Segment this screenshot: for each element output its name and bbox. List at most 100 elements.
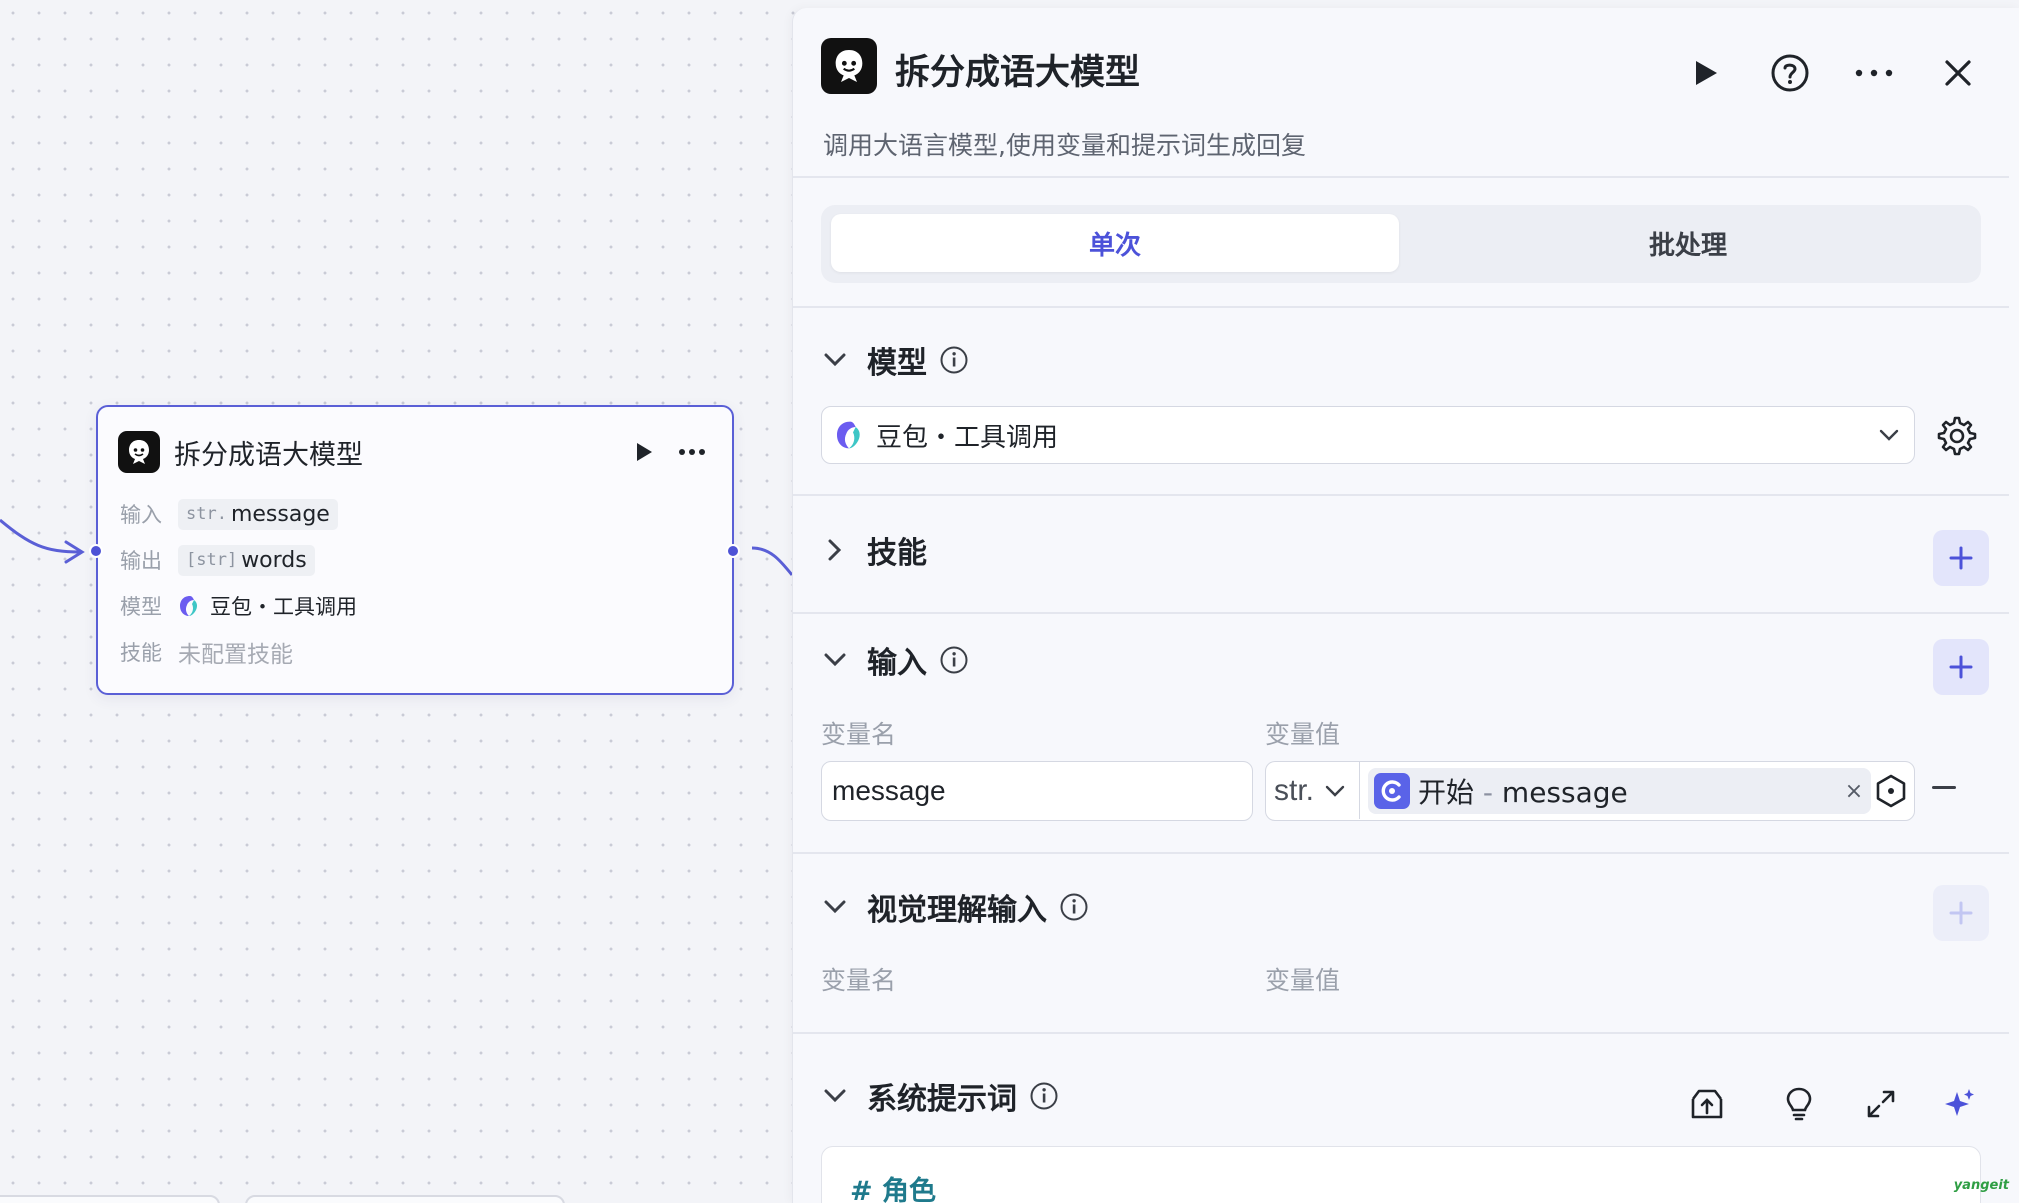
vision-section-title: 视觉理解输入: [867, 893, 1047, 928]
llm-logo-icon: [821, 38, 877, 94]
chevron-down-icon[interactable]: [821, 646, 849, 674]
skill-value: 未配置技能: [178, 642, 293, 668]
prompt-first-line: # 角色: [850, 1176, 937, 1203]
gear-icon[interactable]: [1936, 415, 1978, 457]
panel-title: 拆分成语大模型: [895, 53, 1141, 93]
output-tag: [str] words: [178, 544, 315, 576]
divider: [793, 306, 2009, 308]
start-node-icon: [1374, 773, 1410, 809]
chevron-down-icon[interactable]: [821, 1082, 849, 1110]
tab-batch[interactable]: 批处理: [1404, 214, 1972, 272]
variable-name-input[interactable]: message: [821, 761, 1253, 821]
output-variable: words: [241, 547, 307, 573]
watermark: yangeit: [1953, 1178, 2009, 1193]
column-label-value: 变量值: [1265, 966, 1341, 995]
node-skill-row: 技能 未配置技能: [120, 634, 293, 670]
more-options-icon[interactable]: [1847, 46, 1901, 100]
type-badge: str.: [186, 504, 227, 524]
skill-section-header[interactable]: 技能: [821, 528, 927, 572]
plus-icon: [1949, 901, 1973, 925]
partial-node-card[interactable]: [0, 1195, 220, 1203]
info-icon[interactable]: [939, 645, 969, 675]
input-variable: message: [230, 501, 330, 527]
model-section-title: 模型: [867, 346, 927, 381]
node-title: 拆分成语大模型: [174, 439, 363, 471]
output-label: 输出: [120, 549, 162, 573]
input-label: 输入: [120, 503, 162, 527]
input-tag: str. message: [178, 498, 338, 530]
add-vision-input-button[interactable]: [1933, 885, 1989, 941]
divider: [793, 1032, 2009, 1034]
column-label-name: 变量名: [821, 720, 897, 749]
divider: [793, 852, 2009, 854]
info-icon[interactable]: [939, 345, 969, 375]
chevron-down-icon: [1879, 429, 1899, 441]
prompt-library-icon[interactable]: [1687, 1084, 1727, 1124]
divider: [793, 494, 2009, 496]
divider: [793, 612, 2009, 614]
chevron-right-icon[interactable]: [821, 536, 849, 564]
chevron-down-icon[interactable]: [821, 893, 849, 921]
clear-reference-button[interactable]: ×: [1837, 779, 1871, 804]
model-select-value: 豆包・工具调用: [876, 422, 1059, 453]
run-icon[interactable]: [1679, 46, 1733, 100]
help-icon[interactable]: [1763, 46, 1817, 100]
run-node-icon[interactable]: [624, 432, 664, 472]
model-section-header[interactable]: 模型: [821, 338, 969, 382]
type-badge: [str]: [186, 550, 238, 570]
divider: [793, 176, 2009, 178]
vision-section-header[interactable]: 视觉理解输入: [821, 885, 1089, 929]
column-label-name: 变量名: [821, 966, 897, 995]
plus-icon: [1949, 655, 1973, 679]
system-prompt-editor[interactable]: # 角色: [821, 1146, 1981, 1203]
node-model-row: 模型 豆包・工具调用: [120, 588, 357, 624]
llm-node-card[interactable]: 拆分成语大模型 输入 str. message 输出 [str] words 模…: [96, 405, 734, 695]
model-value: 豆包・工具调用: [178, 591, 357, 621]
input-section-header[interactable]: 输入: [821, 638, 969, 682]
expand-icon[interactable]: [1861, 1084, 1901, 1124]
output-port[interactable]: [726, 544, 740, 558]
input-port[interactable]: [89, 544, 103, 558]
info-icon[interactable]: [1029, 1081, 1059, 1111]
node-input-row: 输入 str. message: [120, 496, 338, 532]
partial-node-card[interactable]: [245, 1195, 565, 1203]
tab-single[interactable]: 单次: [831, 214, 1399, 272]
lightbulb-icon[interactable]: [1779, 1084, 1819, 1124]
close-icon[interactable]: [1931, 46, 1985, 100]
model-name: 豆包・工具调用: [210, 595, 357, 619]
llm-logo-icon: [118, 431, 160, 473]
system-prompt-section-title: 系统提示词: [867, 1082, 1017, 1117]
variable-picker-icon[interactable]: [1873, 773, 1909, 809]
node-settings-panel: 拆分成语大模型 调用大语言模型,使用变量和提示词生成回复 单次 批处理 模型 豆…: [792, 8, 2019, 1203]
doubao-model-icon: [180, 596, 198, 616]
ai-sparkle-icon[interactable]: [1939, 1084, 1979, 1124]
model-select[interactable]: 豆包・工具调用: [821, 406, 1915, 464]
node-header: 拆分成语大模型: [118, 429, 712, 475]
variable-reference-chip[interactable]: 开始 - message ×: [1368, 768, 1871, 814]
panel-description: 调用大语言模型,使用变量和提示词生成回复: [823, 131, 1306, 160]
plus-icon: [1949, 546, 1973, 570]
mode-tabs: 单次 批处理: [821, 205, 1981, 283]
skill-label: 技能: [120, 641, 162, 665]
panel-actions: [1679, 46, 1985, 100]
doubao-model-icon: [837, 421, 860, 449]
node-output-row: 输出 [str] words: [120, 542, 315, 578]
type-select[interactable]: str.: [1266, 762, 1360, 819]
info-icon[interactable]: [1059, 892, 1089, 922]
variable-value-field: str. 开始 - message ×: [1265, 761, 1915, 821]
system-prompt-section-header[interactable]: 系统提示词: [821, 1074, 1059, 1118]
input-section-title: 输入: [867, 646, 927, 681]
column-label-value: 变量值: [1265, 720, 1341, 749]
add-skill-button[interactable]: [1933, 530, 1989, 586]
type-select-value: str.: [1274, 773, 1315, 807]
chevron-down-icon: [1325, 785, 1345, 797]
ref-separator: -: [1474, 776, 1502, 809]
reference-text: 开始 - message: [1418, 771, 1837, 811]
more-options-icon[interactable]: [672, 432, 712, 472]
remove-variable-button[interactable]: [1932, 786, 1956, 789]
model-label: 模型: [120, 595, 162, 619]
skill-section-title: 技能: [867, 536, 927, 571]
chevron-down-icon[interactable]: [821, 346, 849, 374]
add-input-button[interactable]: [1933, 639, 1989, 695]
ref-variable-name: message: [1501, 776, 1628, 809]
